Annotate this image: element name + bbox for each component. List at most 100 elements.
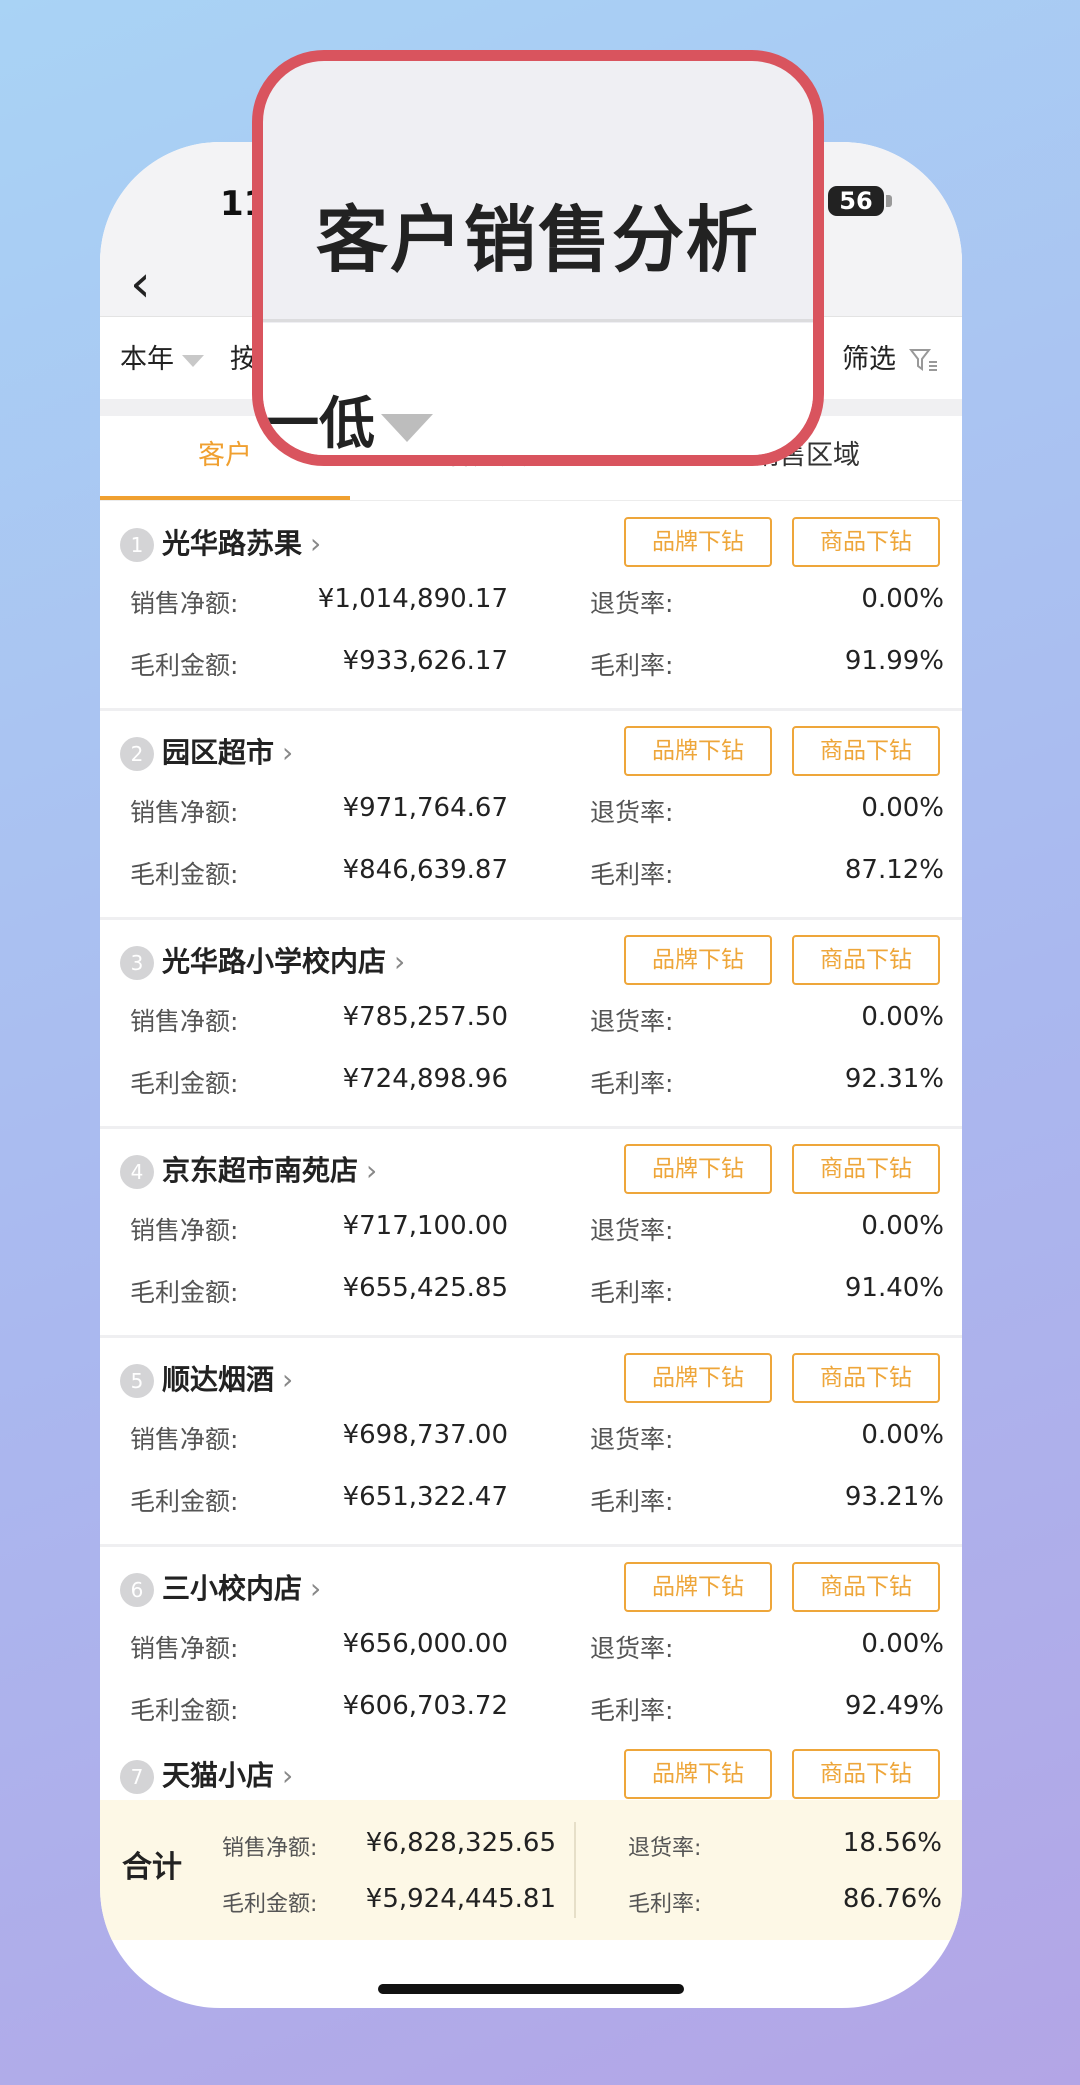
period-label: 本年: [120, 344, 174, 375]
net-sales-label: 销售净额:: [130, 1425, 239, 1454]
filter-icon: [908, 348, 937, 371]
brand-drill-button[interactable]: 品牌下钻: [624, 726, 772, 776]
chevron-right-icon: ›: [282, 1759, 294, 1792]
product-drill-button[interactable]: 商品下钻: [792, 1144, 940, 1194]
gross-profit-label: 毛利金额:: [130, 1069, 239, 1098]
gross-profit-value: ¥651,322.47: [342, 1482, 508, 1512]
back-icon[interactable]: ‹: [130, 254, 151, 314]
product-drill-button[interactable]: 商品下钻: [792, 517, 940, 567]
zoom-sort-dropdown[interactable]: 一低: [263, 379, 433, 455]
tab-active-indicator: [100, 496, 350, 500]
return-rate-label: 退货率:: [590, 1634, 674, 1663]
brand-drill-button[interactable]: 品牌下钻: [624, 1562, 772, 1612]
net-sales-value: ¥717,100.00: [342, 1211, 508, 1241]
summary-gross-profit-value: ¥5,924,445.81: [365, 1884, 556, 1914]
filter-label: 筛选: [842, 344, 896, 375]
net-sales-label: 销售净额:: [130, 589, 239, 618]
net-sales-value: ¥1,014,890.17: [317, 584, 508, 614]
brand-drill-button[interactable]: 品牌下钻: [624, 935, 772, 985]
partial-list-item: 7 天猫小店 › 品牌下钻 商品下钻: [100, 1734, 962, 1800]
return-rate-value: 0.00%: [861, 584, 944, 614]
margin-value: 93.21%: [844, 1482, 944, 1512]
net-sales-label: 销售净额:: [130, 1634, 239, 1663]
margin-label: 毛利率:: [590, 860, 674, 889]
brand-drill-button[interactable]: 品牌下钻: [624, 517, 772, 567]
chevron-right-icon: ›: [366, 1154, 378, 1187]
product-drill-button[interactable]: 商品下钻: [792, 1749, 940, 1799]
margin-label: 毛利率:: [590, 1487, 674, 1516]
period-dropdown[interactable]: 本年: [120, 337, 204, 376]
margin-label: 毛利率:: [590, 1696, 674, 1725]
summary-title: 合计: [122, 1850, 182, 1885]
customer-name-text: 光华路小学校内店: [162, 945, 387, 978]
brand-drill-button[interactable]: 品牌下钻: [624, 1144, 772, 1194]
brand-drill-button[interactable]: 品牌下钻: [624, 1749, 772, 1799]
gross-profit-label: 毛利金额:: [130, 860, 239, 889]
summary-margin-value: 86.76%: [842, 1884, 942, 1914]
margin-label: 毛利率:: [590, 1069, 674, 1098]
rank-badge: 3: [120, 946, 154, 980]
return-rate-value: 0.00%: [861, 1211, 944, 1241]
margin-value: 87.12%: [844, 855, 944, 885]
list-item: 4 京东超市南苑店 › 品牌下钻 商品下钻 销售净额: ¥717,100.00 退货率: 0.0…: [100, 1129, 962, 1338]
customer-name[interactable]: 光华路小学校内店 ›: [162, 940, 405, 980]
product-drill-button[interactable]: 商品下钻: [792, 1562, 940, 1612]
gross-profit-label: 毛利金额:: [130, 651, 239, 680]
return-rate-value: 0.00%: [861, 1629, 944, 1659]
rank-badge: 2: [120, 737, 154, 771]
brand-drill-button[interactable]: 品牌下钻: [624, 1353, 772, 1403]
margin-value: 92.31%: [844, 1064, 944, 1094]
customer-name-text: 京东超市南苑店: [162, 1154, 359, 1187]
product-drill-button[interactable]: 商品下钻: [792, 935, 940, 985]
rank-badge: 4: [120, 1155, 154, 1189]
gross-profit-value: ¥655,425.85: [342, 1273, 508, 1303]
customer-name[interactable]: 顺达烟酒 ›: [162, 1358, 293, 1398]
zoom-divider: [263, 319, 813, 322]
gross-profit-value: ¥846,639.87: [342, 855, 508, 885]
filter-button[interactable]: 筛选: [842, 337, 939, 376]
margin-label: 毛利率:: [590, 1278, 674, 1307]
battery-icon: 56: [828, 186, 884, 216]
summary-margin-label: 毛利率:: [628, 1892, 702, 1917]
customer-name[interactable]: 光华路苏果 ›: [162, 522, 321, 562]
margin-value: 92.49%: [844, 1691, 944, 1721]
list-item: 2 园区超市 › 品牌下钻 商品下钻 销售净额: ¥971,764.67 退货率: 0.00% 毛…: [100, 711, 962, 920]
chevron-right-icon: ›: [282, 1363, 294, 1396]
gross-profit-label: 毛利金额:: [130, 1278, 239, 1307]
product-drill-button[interactable]: 商品下钻: [792, 726, 940, 776]
rank-badge: 1: [120, 528, 154, 562]
customer-name[interactable]: 天猫小店 ›: [162, 1754, 293, 1794]
product-drill-button[interactable]: 商品下钻: [792, 1353, 940, 1403]
list-item: 6 三小校内店 › 品牌下钻 商品下钻 销售净额: ¥656,000.00 退货率: 0.00%…: [100, 1547, 962, 1756]
gross-profit-value: ¥606,703.72: [342, 1691, 508, 1721]
customer-name[interactable]: 三小校内店 ›: [162, 1567, 321, 1607]
battery-tip: [886, 195, 892, 207]
gross-profit-value: ¥724,898.96: [342, 1064, 508, 1094]
customer-name-text: 天猫小店: [162, 1759, 275, 1792]
gross-profit-label: 毛利金额:: [130, 1487, 239, 1516]
chevron-right-icon: ›: [282, 736, 294, 769]
rank-badge: 6: [120, 1573, 154, 1607]
home-indicator[interactable]: [378, 1984, 684, 1994]
list-item: 1 光华路苏果 › 品牌下钻 商品下钻 销售净额: ¥1,014,890.17 退货率: 0.0…: [100, 502, 962, 711]
chevron-right-icon: ›: [310, 1572, 322, 1605]
customer-list: 1 光华路苏果 › 品牌下钻 商品下钻 销售净额: ¥1,014,890.17 退货率: 0.0…: [100, 502, 962, 1756]
customer-name[interactable]: 园区超市 ›: [162, 731, 293, 771]
return-rate-value: 0.00%: [861, 1002, 944, 1032]
return-rate-label: 退货率:: [590, 1007, 674, 1036]
customer-name[interactable]: 京东超市南苑店 ›: [162, 1149, 377, 1189]
customer-name-text: 顺达烟酒: [162, 1363, 275, 1396]
gross-profit-value: ¥933,626.17: [342, 646, 508, 676]
net-sales-value: ¥785,257.50: [342, 1002, 508, 1032]
chevron-right-icon: ›: [310, 527, 322, 560]
net-sales-value: ¥698,737.00: [342, 1420, 508, 1450]
return-rate-value: 0.00%: [861, 793, 944, 823]
margin-value: 91.40%: [844, 1273, 944, 1303]
customer-name-text: 三小校内店: [162, 1572, 303, 1605]
net-sales-label: 销售净额:: [130, 798, 239, 827]
page-title: 客户销售分析: [315, 198, 760, 282]
net-sales-label: 销售净额:: [130, 1216, 239, 1245]
net-sales-label: 销售净额:: [130, 1007, 239, 1036]
net-sales-value: ¥971,764.67: [342, 793, 508, 823]
zoom-callout: 客户销售分析 一低: [252, 50, 824, 466]
